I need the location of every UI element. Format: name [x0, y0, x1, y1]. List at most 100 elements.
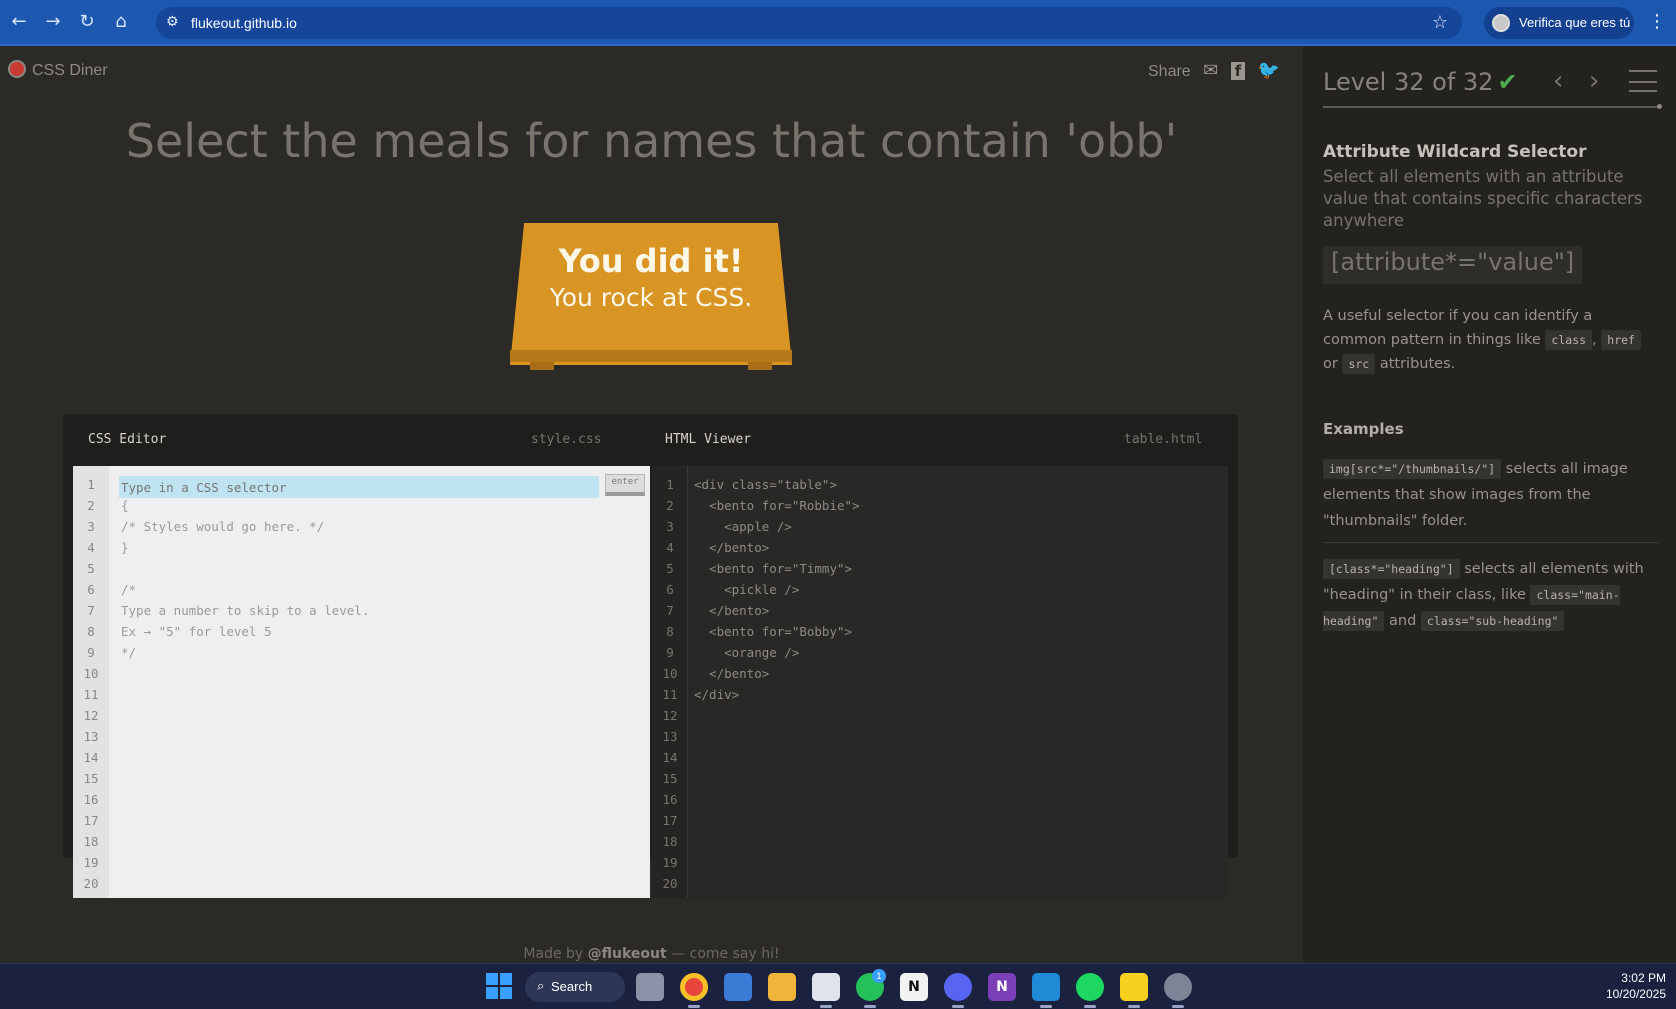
css-editor-title: CSS Editor [88, 432, 167, 447]
examples-heading: Examples [1323, 420, 1404, 438]
line-number: 20 [662, 876, 678, 891]
completed-check-icon: ✔ [1497, 68, 1518, 96]
bookmark-star-icon[interactable]: ☆ [1432, 12, 1448, 33]
sticky-notes-icon[interactable] [1120, 973, 1148, 1001]
spotify-icon[interactable] [1076, 973, 1104, 1001]
table-leg [748, 362, 772, 370]
game-area: CSS Diner Share ✉ f 🐦 Select the meals f… [0, 46, 1303, 963]
code-line: <orange /> [694, 645, 800, 660]
settings-icon[interactable] [1164, 973, 1192, 1001]
back-icon[interactable]: ← [8, 11, 30, 33]
css-editor-pane[interactable]: 1234567891011121314151617181920 enter {/… [73, 466, 650, 898]
previous-level-icon[interactable]: ‹ [1553, 66, 1563, 96]
os-taskbar: ⌕ Search 1 N N 3:02 PM 10/20/2025 [0, 963, 1676, 1009]
file-explorer-icon[interactable] [768, 973, 796, 1001]
example-item: [class*="heading"] selects all elements … [1323, 556, 1659, 634]
task-view-icon[interactable] [636, 973, 664, 1001]
line-number: 20 [83, 876, 99, 891]
address-bar[interactable]: ⚙ flukeout.github.io ☆ [156, 7, 1462, 39]
forward-icon[interactable]: → [42, 11, 64, 33]
email-icon[interactable]: ✉ [1203, 60, 1218, 81]
win-subheading: You rock at CSS. [549, 283, 753, 312]
selector-description: Select all elements with an attribute va… [1323, 167, 1643, 230]
running-indicator [1128, 1005, 1140, 1008]
logo-dot-icon [8, 60, 26, 78]
code-line: <pickle /> [694, 582, 800, 597]
line-number: 2 [87, 498, 95, 513]
code-line: </div> [694, 687, 740, 702]
line-number: 11 [83, 687, 99, 702]
taskbar-search[interactable]: ⌕ Search [525, 972, 625, 1002]
enter-button[interactable]: enter [605, 474, 645, 496]
windows-start-icon[interactable] [486, 973, 514, 1001]
discord-icon[interactable] [944, 973, 972, 1001]
avatar [1492, 14, 1510, 32]
html-viewer-pane: 1 2 3 4 5 6 7 8 9 10 11 12 13 14 15 16 17 18 19 20 <div cla… [652, 466, 1228, 898]
line-number: 10 [83, 666, 99, 681]
html-line-numbers: 1 2 3 4 5 6 7 8 9 10 11 12 13 14 15 16 17 18 19 20 [652, 474, 688, 894]
browser-menu-icon[interactable]: ⋮ [1648, 11, 1666, 32]
example-code: img[src*="/thumbnails/"] [1323, 459, 1502, 479]
line-number: 17 [662, 813, 678, 828]
line-number: 4 [666, 540, 674, 555]
code-line: */ [121, 645, 137, 660]
running-indicator [1172, 1005, 1184, 1008]
line-number: 8 [666, 624, 674, 639]
system-clock[interactable]: 3:02 PM 10/20/2025 [1590, 970, 1666, 1002]
running-indicator [1084, 1005, 1096, 1008]
selector-name: Attribute Wildcard Selector [1323, 142, 1587, 162]
line-number: 16 [662, 792, 678, 807]
table-leg [530, 362, 554, 370]
twitter-icon[interactable]: 🐦 [1258, 60, 1280, 81]
level-label: Level 32 of 32 [1323, 68, 1494, 96]
hint-code-class: class [1545, 330, 1593, 350]
m365-icon[interactable] [724, 973, 752, 1001]
html-filename: table.html [1124, 432, 1203, 447]
code-editor: CSS Editor style.css HTML Viewer table.h… [63, 414, 1238, 898]
profile-label: Verifica que eres tú [1519, 15, 1631, 30]
profile-button[interactable]: Verifica que eres tú [1484, 7, 1634, 39]
level-menu-icon[interactable] [1629, 70, 1657, 92]
snipping-tool-icon[interactable] [812, 973, 840, 1001]
hint-code-href: href [1601, 330, 1641, 350]
share-label: Share [1148, 63, 1191, 80]
home-icon[interactable]: ⌂ [110, 11, 132, 33]
site-info-icon[interactable]: ⚙ [166, 14, 179, 30]
code-line: /* Styles would go here. */ [121, 519, 325, 534]
line-number: 9 [666, 645, 674, 660]
line-number: 13 [662, 729, 678, 744]
vscode-icon[interactable] [1032, 973, 1060, 1001]
code-line: </bento> [694, 603, 770, 618]
hint-code-src: src [1342, 354, 1376, 374]
next-level-icon[interactable]: › [1589, 66, 1599, 96]
author-link[interactable]: @flukeout [588, 946, 667, 962]
line-number: 9 [87, 645, 95, 660]
code-line: /* [121, 582, 137, 597]
onenote-icon[interactable]: N [988, 973, 1016, 1001]
chrome-icon[interactable] [680, 973, 708, 1001]
table-edge [510, 350, 792, 362]
browser-toolbar: ← → ↻ ⌂ ⚙ flukeout.github.io ☆ Verifica … [0, 0, 1676, 46]
line-number: 12 [662, 708, 678, 723]
line-number: 17 [83, 813, 99, 828]
line-number: 18 [83, 834, 99, 849]
url-text[interactable]: flukeout.github.io [191, 15, 297, 31]
selector-hint: A useful selector if you can identify a … [1323, 304, 1653, 376]
clock-date: 10/20/2025 [1605, 987, 1666, 1001]
line-number: 3 [666, 519, 674, 534]
facebook-icon[interactable]: f [1230, 62, 1246, 80]
notion-icon[interactable]: N [900, 973, 928, 1001]
reload-icon[interactable]: ↻ [76, 11, 98, 33]
app-logo[interactable]: CSS Diner [8, 60, 108, 80]
